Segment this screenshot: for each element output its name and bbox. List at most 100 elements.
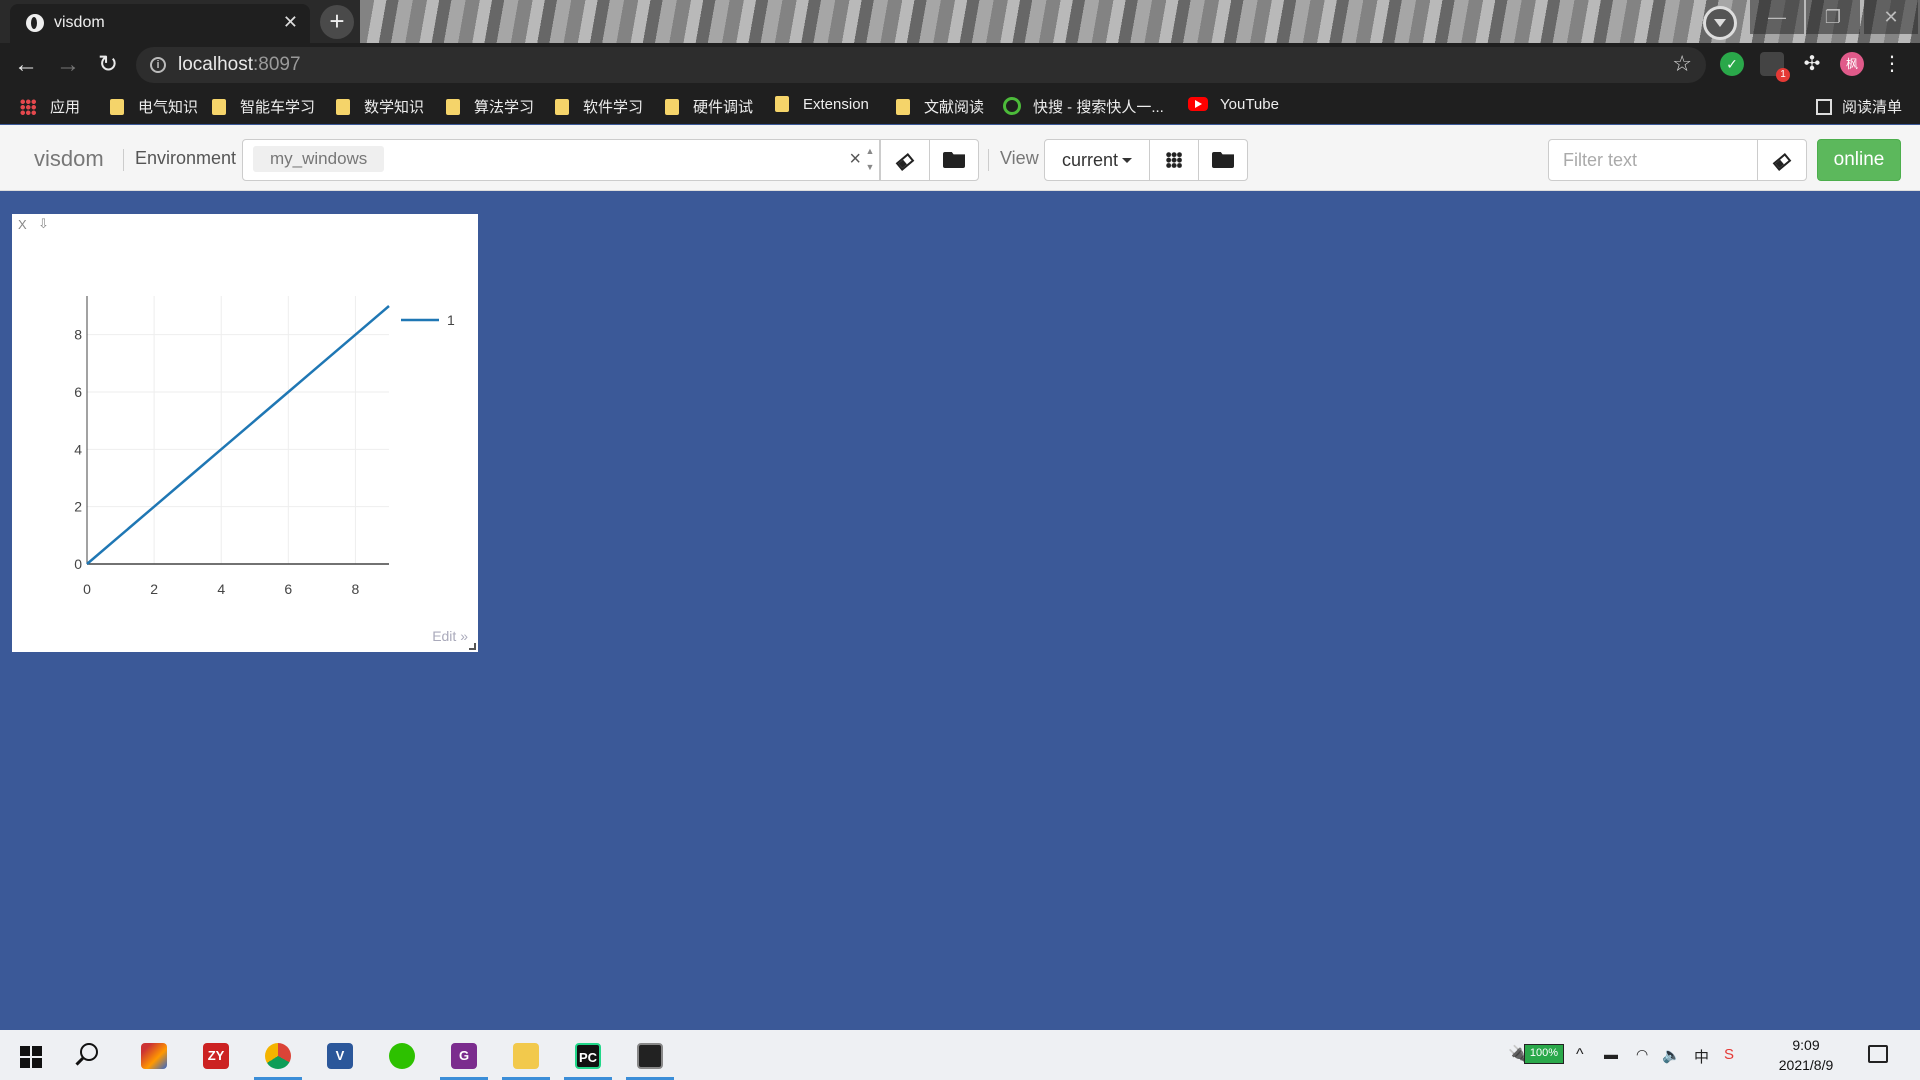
clear-filter-button[interactable] (1757, 139, 1807, 181)
chrome-icon (265, 1043, 291, 1069)
edit-link[interactable]: Edit » (432, 628, 468, 644)
view-select[interactable]: current (1044, 139, 1150, 181)
apps-icon (20, 99, 36, 115)
puzzle-icon[interactable]: ✣ (1800, 52, 1824, 76)
chrome-app[interactable] (252, 1034, 304, 1080)
bookmark-item[interactable]: 算法学习 (446, 96, 534, 116)
tab-search-icon[interactable] (1703, 6, 1737, 40)
grid-icon (1166, 152, 1182, 168)
environment-select[interactable]: my_windows × ▲ ▼ (242, 139, 880, 181)
clock-date[interactable]: 2021/8/9 (1768, 1057, 1844, 1073)
bookmark-label: 软件学习 (583, 99, 644, 116)
clear-environment-icon[interactable]: × (849, 148, 861, 171)
tab-close-icon[interactable]: ✕ (283, 12, 298, 33)
bookmark-item[interactable]: 快搜 - 搜索快人一... (1003, 96, 1164, 116)
bookmark-item[interactable]: YouTube (1188, 96, 1279, 116)
folder-open-icon (1212, 152, 1234, 168)
terminal-icon (637, 1043, 663, 1069)
visdom-navbar: visdom Environment my_windows × ▲ ▼ View … (0, 125, 1920, 191)
sogou-icon[interactable]: S (1724, 1046, 1734, 1063)
pdf-app[interactable]: G (438, 1034, 490, 1080)
bookmark-item[interactable]: 文献阅读 (896, 96, 984, 116)
bookmark-label: 快搜 - 搜索快人一... (1033, 99, 1164, 116)
browser-tab-strip: visdom ✕ + — ❐ ✕ (0, 0, 1920, 43)
line-chart[interactable]: 0 2 4 6 8 0 2 4 6 8 1 (12, 214, 478, 652)
profile-avatar[interactable]: 枫 (1840, 52, 1864, 76)
bookmark-label: 算法学习 (474, 99, 535, 116)
back-arrow-icon[interactable]: ← (10, 49, 42, 81)
bookmark-label: YouTube (1220, 96, 1279, 113)
resize-handle[interactable] (469, 643, 476, 650)
folder-icon (446, 99, 460, 115)
environment-arrows-icon[interactable]: ▲ ▼ (861, 140, 879, 180)
minimize-icon[interactable]: — (1750, 0, 1804, 34)
bookmark-item[interactable]: 电气知识 (110, 96, 198, 116)
bookmark-item[interactable]: Extension (775, 96, 869, 116)
folder-open-icon (943, 152, 965, 168)
terminal-app[interactable] (624, 1034, 676, 1080)
menu-kebab-icon[interactable]: ⋮ (1880, 52, 1904, 76)
chevron-up-icon[interactable]: ^ (1576, 1046, 1584, 1064)
x-tick-label: 0 (83, 581, 91, 597)
folder-icon (212, 99, 226, 115)
plot-window[interactable]: X ⇩ 02468024681 Edit » (12, 214, 478, 652)
manage-views-button[interactable] (1198, 139, 1248, 181)
visio-app[interactable]: V (314, 1034, 366, 1078)
search-icon[interactable] (80, 1043, 98, 1061)
reading-list-icon (1815, 99, 1832, 115)
x-tick-label: 4 (217, 581, 225, 597)
y-tick-label: 0 (74, 556, 82, 572)
pdf-icon: G (451, 1043, 477, 1069)
clear-env-button[interactable] (880, 139, 930, 181)
pycharm-app[interactable]: PC (562, 1034, 614, 1080)
bookmark-item[interactable]: 软件学习 (555, 96, 643, 116)
info-icon[interactable]: i (150, 57, 166, 73)
file-explorer-app[interactable] (500, 1034, 552, 1080)
address-bar[interactable]: i localhost:8097 ☆ (136, 47, 1706, 83)
view-label: View (1000, 148, 1039, 168)
input-method-icon[interactable]: 中 (1694, 1046, 1709, 1067)
battery-icon[interactable]: ▬ (1604, 1046, 1618, 1062)
window-close-icon[interactable]: ✕ (1864, 0, 1918, 34)
windows-taskbar: ZY V G PC 🔌 100% ^ ▬ ◠ 🔈 中 S 9:09 2021/8… (0, 1030, 1920, 1080)
shield-extension-icon[interactable]: ✓ (1720, 52, 1744, 76)
bookmark-label: Extension (803, 96, 869, 113)
bookmark-item[interactable]: 数学知识 (336, 96, 424, 116)
extension-icon[interactable]: 1 (1760, 52, 1790, 82)
x-tick-label: 6 (284, 581, 292, 597)
volume-icon[interactable]: 🔈 (1662, 1046, 1681, 1064)
visio-icon: V (327, 1043, 353, 1069)
repack-button[interactable] (1149, 139, 1199, 181)
eraser-icon (895, 153, 915, 171)
divider (988, 149, 989, 171)
bookmark-item[interactable]: 应用 (20, 96, 80, 116)
brand-logo[interactable]: visdom (34, 146, 104, 172)
manage-env-button[interactable] (929, 139, 979, 181)
forward-arrow-icon[interactable]: → (52, 49, 84, 81)
bookmark-item[interactable]: 硬件调试 (665, 96, 753, 116)
new-tab-button[interactable]: + (320, 5, 354, 39)
zotero-app[interactable]: ZY (190, 1034, 242, 1078)
bookmark-item[interactable]: 智能车学习 (212, 96, 315, 116)
bookmark-label: 应用 (50, 99, 81, 116)
matlab-app[interactable] (128, 1034, 180, 1078)
filter-text-input[interactable] (1548, 139, 1758, 181)
environment-chip[interactable]: my_windows (253, 146, 385, 172)
notification-icon[interactable] (1868, 1045, 1888, 1063)
url-text[interactable]: localhost:8097 (178, 54, 301, 76)
browser-tab-visdom[interactable]: visdom ✕ (10, 4, 310, 43)
maximize-icon[interactable]: ❐ (1806, 0, 1860, 34)
bookmark-star-icon[interactable]: ☆ (1672, 51, 1692, 77)
online-status-button[interactable]: online (1817, 139, 1901, 181)
wechat-app[interactable] (376, 1034, 428, 1078)
clock-time[interactable]: 9:09 (1776, 1037, 1836, 1053)
folder-icon (110, 99, 124, 115)
folder-icon (513, 1043, 539, 1069)
windows-start-icon[interactable] (20, 1046, 42, 1068)
battery-indicator[interactable]: 100% (1524, 1044, 1564, 1064)
bookmark-label: 文献阅读 (924, 99, 985, 116)
reading-list-button[interactable]: 阅读清单 (1815, 96, 1902, 117)
reload-icon[interactable]: ↻ (92, 49, 124, 81)
wifi-icon[interactable]: ◠ (1636, 1046, 1648, 1063)
folder-icon (665, 99, 679, 115)
